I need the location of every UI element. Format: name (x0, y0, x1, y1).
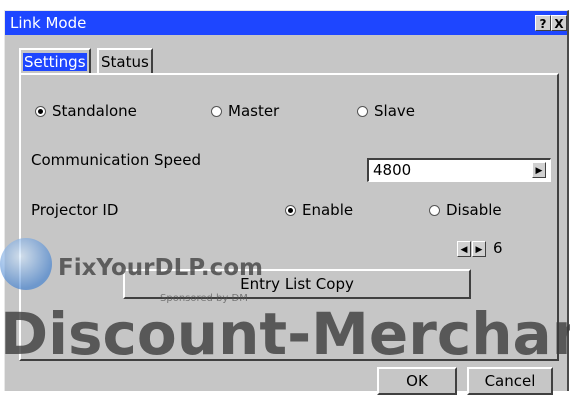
communication-speed-label: Communication Speed (31, 151, 202, 169)
dialog-title: Link Mode (10, 14, 87, 32)
radio-dot-selected (35, 105, 46, 117)
radio-disable-label: Disable (446, 201, 502, 219)
tab-settings[interactable]: Settings (19, 48, 91, 74)
watermark-globe-icon (0, 238, 52, 290)
dropdown-arrow-icon[interactable]: ▶ (532, 162, 546, 178)
radio-enable[interactable]: Enable (285, 201, 353, 219)
radio-dot (357, 105, 368, 117)
cancel-button[interactable]: Cancel (467, 367, 553, 395)
watermark-line1: FixYourDLP.com (58, 255, 264, 281)
radio-master[interactable]: Master (211, 102, 279, 120)
projector-id-label: Projector ID (31, 201, 119, 219)
projector-id-value: 6 (493, 239, 503, 257)
tab-status-label: Status (101, 53, 149, 71)
close-button[interactable]: X (551, 15, 567, 31)
help-button[interactable]: ? (535, 15, 551, 31)
radio-master-label: Master (228, 102, 280, 120)
decrement-arrow-icon[interactable]: ◀ (457, 241, 471, 257)
watermark-discount-merchant: Discount-Merchan (0, 300, 570, 368)
communication-speed-dropdown[interactable]: 4800 ▶ (367, 158, 551, 182)
tab-status[interactable]: Status (97, 48, 153, 74)
tab-settings-label: Settings (23, 53, 87, 71)
radio-enable-label: Enable (302, 201, 354, 219)
radio-dot-selected (285, 204, 296, 216)
radio-dot (211, 105, 222, 117)
title-bar[interactable]: Link Mode ? X (5, 11, 567, 35)
radio-standalone-label: Standalone (52, 102, 137, 120)
watermark-fixyourdlp: FixYourDLP.com (58, 255, 263, 281)
radio-slave-label: Slave (374, 102, 415, 120)
communication-speed-value: 4800 (373, 161, 412, 179)
radio-standalone[interactable]: Standalone (35, 102, 137, 120)
radio-disable[interactable]: Disable (429, 201, 502, 219)
radio-slave[interactable]: Slave (357, 102, 415, 120)
ok-button[interactable]: OK (377, 367, 457, 395)
radio-dot (429, 204, 440, 216)
increment-arrow-icon[interactable]: ▶ (472, 241, 486, 257)
